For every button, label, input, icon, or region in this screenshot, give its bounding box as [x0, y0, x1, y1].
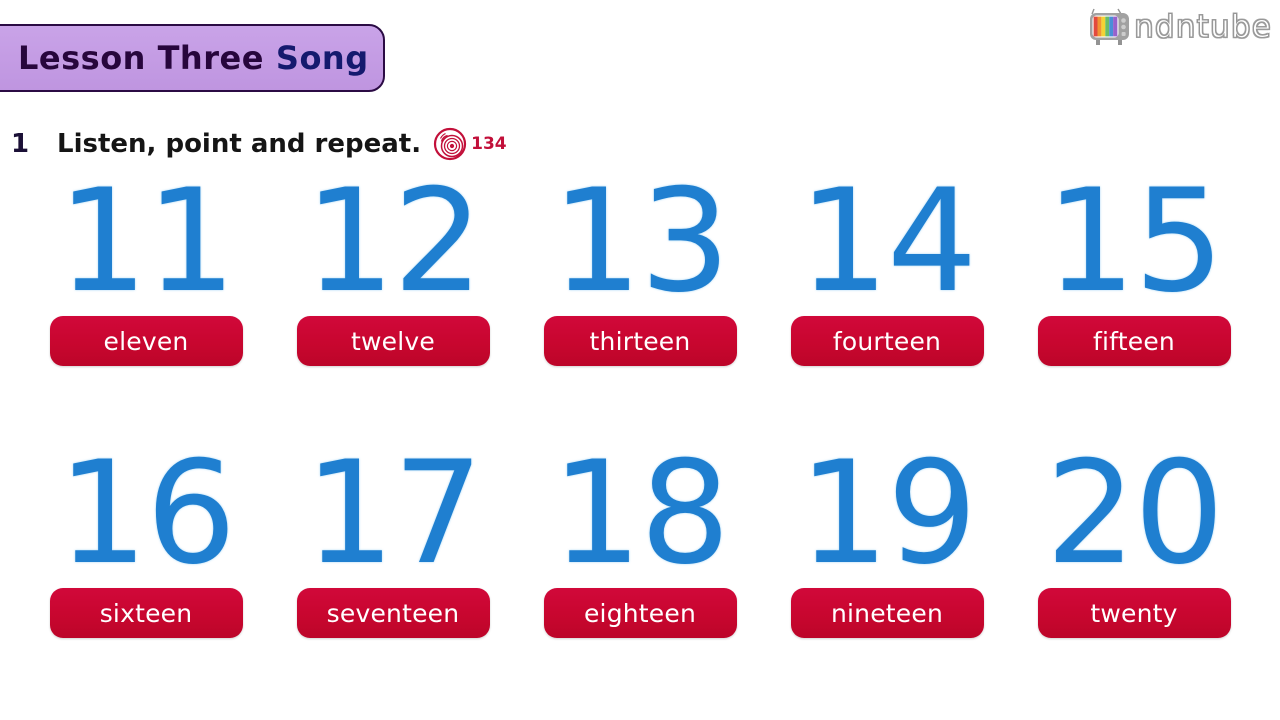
word-pill[interactable]: fourteen [790, 316, 984, 366]
word-pill-label: seventeen [326, 598, 460, 628]
word-pill[interactable]: seventeen [296, 588, 490, 638]
number-digit: 12 [304, 159, 484, 324]
number-digit: 18 [551, 431, 731, 596]
word-pill-label: nineteen [830, 598, 944, 628]
instruction-text: Listen, point and repeat. [57, 129, 422, 159]
number-digit: 15 [1045, 159, 1225, 324]
number-digit: 20 [1045, 431, 1225, 596]
word-pill[interactable]: twenty [1037, 588, 1231, 638]
banner-lesson-label: Lesson Three [18, 39, 264, 77]
retro-tv-rainbow-icon [1090, 8, 1130, 45]
watermark-brand-text: ndntube [1134, 9, 1272, 46]
number-row-1: 11 eleven 12 twelve 13 thirteen 14 fourt… [0, 159, 1280, 366]
word-pill[interactable]: eleven [49, 316, 243, 366]
number-cell[interactable]: 20 twenty [1030, 431, 1238, 638]
word-pill-label: fourteen [832, 326, 942, 356]
word-pill[interactable]: nineteen [790, 588, 984, 638]
number-digit: 11 [57, 159, 237, 324]
number-cell[interactable]: 19 nineteen [783, 431, 991, 638]
word-pill-label: thirteen [589, 326, 691, 356]
number-cell[interactable]: 18 eighteen [536, 431, 744, 638]
word-pill-label: sixteen [99, 598, 193, 628]
audio-track-number: 134 [471, 134, 507, 154]
word-pill-label: twenty [1090, 598, 1178, 628]
number-digit: 16 [57, 431, 237, 596]
word-pill[interactable]: twelve [296, 316, 490, 366]
number-grid: 11 eleven 12 twelve 13 thirteen 14 fourt… [0, 159, 1280, 638]
instruction-row: 1 Listen, point and repeat. 134 [11, 124, 507, 164]
word-pill-label: eleven [103, 326, 189, 356]
number-digit: 17 [304, 431, 484, 596]
word-pill[interactable]: eighteen [543, 588, 737, 638]
word-pill-label: eighteen [583, 598, 697, 628]
number-cell[interactable]: 16 sixteen [42, 431, 250, 638]
number-cell[interactable]: 14 fourteen [783, 159, 991, 366]
number-digit: 19 [798, 431, 978, 596]
number-cell[interactable]: 11 eleven [42, 159, 250, 366]
number-cell[interactable]: 17 seventeen [289, 431, 497, 638]
word-pill[interactable]: sixteen [49, 588, 243, 638]
lesson-banner: Lesson Three Song [0, 24, 385, 92]
word-pill-label: fifteen [1093, 326, 1175, 356]
ndntube-watermark: ndntube [1088, 6, 1272, 48]
cd-record-icon[interactable] [433, 127, 467, 161]
number-row-2: 16 sixteen 17 seventeen 18 eighteen 19 n… [0, 431, 1280, 638]
word-pill-label: twelve [351, 326, 435, 356]
banner-title: Lesson Three Song [18, 39, 369, 77]
number-digit: 14 [798, 159, 978, 324]
number-cell[interactable]: 12 twelve [289, 159, 497, 366]
banner-song-label: Song [275, 39, 369, 77]
number-cell[interactable]: 15 fifteen [1030, 159, 1238, 366]
word-pill[interactable]: fifteen [1037, 316, 1231, 366]
word-pill[interactable]: thirteen [543, 316, 737, 366]
exercise-number: 1 [11, 129, 30, 159]
number-cell[interactable]: 13 thirteen [536, 159, 744, 366]
number-digit: 13 [551, 159, 731, 324]
